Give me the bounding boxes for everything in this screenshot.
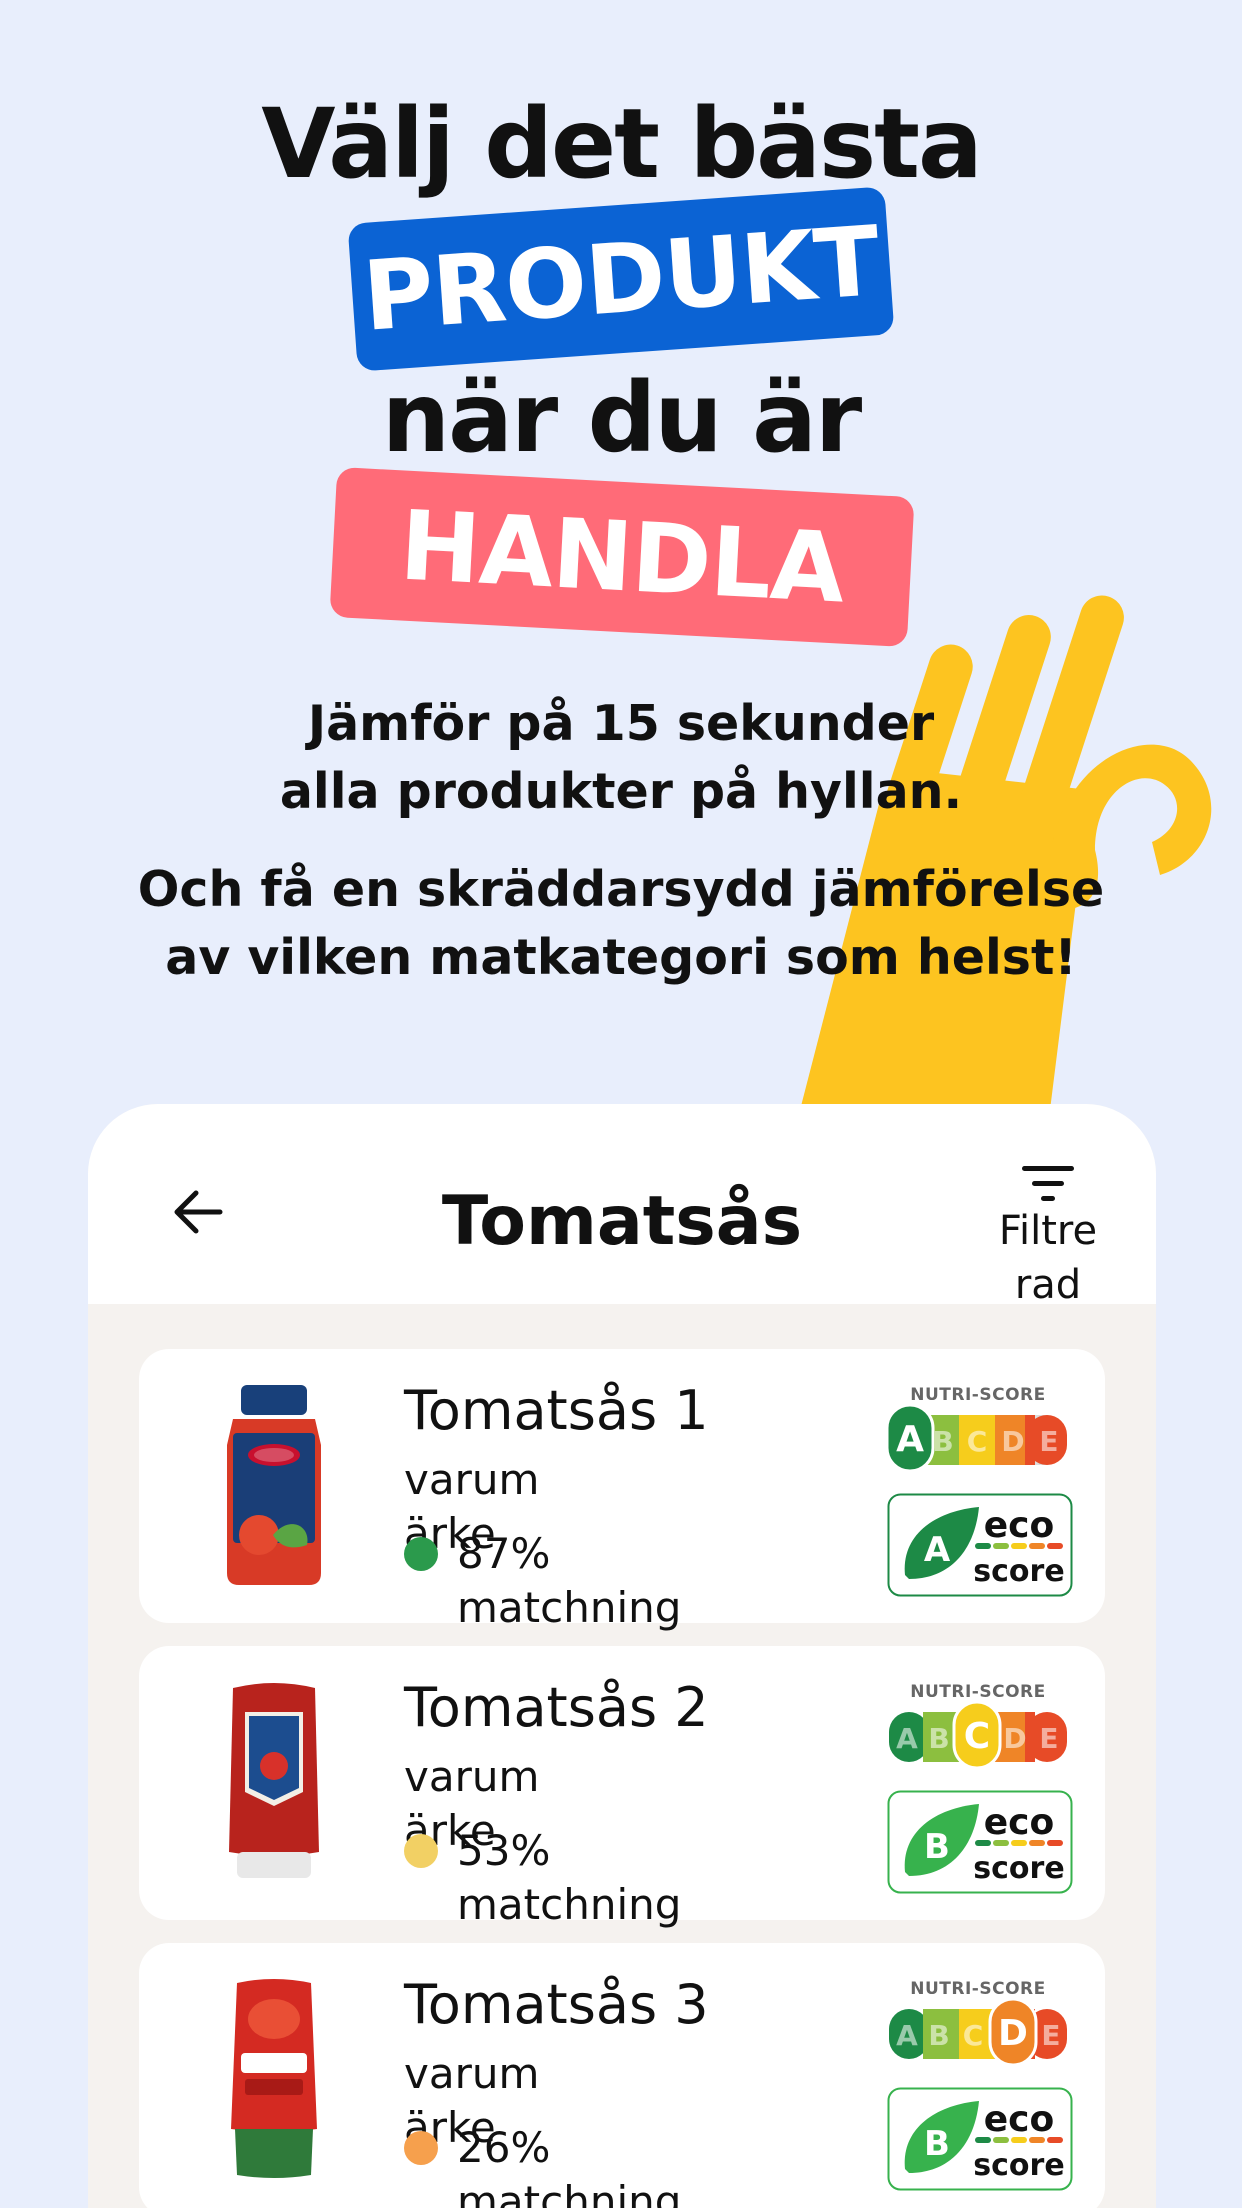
match-percentage: 26% matchning (457, 2123, 682, 2208)
svg-text:B: B (924, 2124, 950, 2164)
svg-text:score: score (973, 1554, 1064, 1589)
hero-tag-produkt: PRODUKT (347, 186, 895, 372)
eco-score-badge: B eco score (887, 2087, 1073, 2191)
subtitle-2-line-b: av vilken matkategori som helst! (165, 929, 1077, 986)
svg-text:B: B (924, 1827, 950, 1867)
match-percentage: 87% matchning (457, 1529, 682, 1632)
subtitle-1: Jämför på 15 sekunder alla produkter på … (0, 690, 1242, 826)
nutri-score-badge: NUTRI-SCORE A B C D E (887, 1682, 1069, 1768)
subtitle-2-line-a: Och få en skräddarsydd jämförelse (137, 861, 1105, 918)
svg-text:score: score (973, 1851, 1064, 1886)
subtitle-2: Och få en skräddarsydd jämförelse av vil… (0, 856, 1242, 992)
nutri-score-scale: A B C D E (887, 1405, 1067, 1471)
nutri-score-label: NUTRI-SCORE (910, 1979, 1046, 1999)
svg-text:eco: eco (984, 1505, 1055, 1546)
svg-text:A: A (896, 1419, 924, 1460)
hand-illustration (800, 595, 1212, 1110)
app-header: Tomatsås Filtre rad (88, 1104, 1156, 1308)
ketchup-bottle-image (229, 1683, 319, 1878)
hero-line-1: Välj det bästa (261, 88, 983, 200)
svg-text:E: E (1039, 1425, 1058, 1458)
subtitle-1-line-b: alla produkter på hyllan. (279, 763, 963, 820)
svg-text:eco: eco (984, 1802, 1055, 1843)
svg-text:C: C (964, 1716, 990, 1757)
svg-text:E: E (1039, 1722, 1058, 1755)
svg-text:eco: eco (984, 2099, 1055, 2140)
nutri-score-scale: A B C D E (889, 1999, 1067, 2065)
svg-text:A: A (924, 1530, 951, 1570)
app-preview-card: Tomatsås Filtre rad Tomatsås 1 varum ärk… (88, 1104, 1156, 2208)
product-item[interactable]: Tomatsås 1 varum ärke 87% matchning NUTR… (139, 1349, 1105, 1632)
svg-text:D: D (998, 2013, 1028, 2054)
svg-text:B: B (928, 2019, 949, 2052)
product-name: Tomatsås 1 (404, 1379, 709, 1442)
eco-score-badge: B eco score (887, 1790, 1073, 1894)
svg-text:B: B (932, 1425, 953, 1458)
nutri-score-label: NUTRI-SCORE (910, 1682, 1046, 1702)
nutri-score-label: NUTRI-SCORE (910, 1385, 1046, 1405)
match-indicator-dot (404, 2131, 438, 2165)
filter-label: Filtre rad (998, 1208, 1098, 1308)
eco-score-badge: A eco score (887, 1493, 1073, 1597)
product-item[interactable]: Tomatsås 2 varum ärke 53% matchning NUTR… (139, 1646, 1105, 1929)
svg-text:B: B (928, 1722, 949, 1755)
match-indicator-dot (404, 1537, 438, 1571)
product-item[interactable]: Tomatsås 3 varum ärke 26% matchning NUTR… (139, 1943, 1105, 2208)
svg-text:E: E (1041, 2019, 1060, 2052)
svg-text:C: C (963, 2019, 984, 2052)
svg-text:score: score (973, 2148, 1064, 2183)
match-indicator-dot (404, 1834, 438, 1868)
filter-button[interactable]: Filtre rad (988, 1164, 1108, 1312)
svg-text:D: D (1003, 1722, 1026, 1755)
nutri-score-badge: NUTRI-SCORE A B C D E (887, 1385, 1069, 1471)
product-name: Tomatsås 2 (404, 1676, 709, 1739)
nutri-score-badge: NUTRI-SCORE A B C D E (887, 1979, 1069, 2065)
nutri-score-scale: A B C D E (889, 1702, 1067, 1768)
hero-line-2: när du är (381, 362, 863, 474)
product-name: Tomatsås 3 (404, 1973, 709, 2036)
ketchup-bottle-image (231, 1979, 317, 2178)
match-percentage: 53% matchning (457, 1826, 682, 1929)
svg-text:D: D (1001, 1425, 1024, 1458)
subtitle-1-line-a: Jämför på 15 sekunder (307, 695, 935, 752)
svg-text:A: A (896, 2019, 918, 2052)
filter-icon (1022, 1166, 1074, 1201)
pasta-sauce-jar-image (227, 1385, 321, 1585)
svg-text:A: A (896, 1722, 918, 1755)
svg-text:C: C (967, 1425, 988, 1458)
